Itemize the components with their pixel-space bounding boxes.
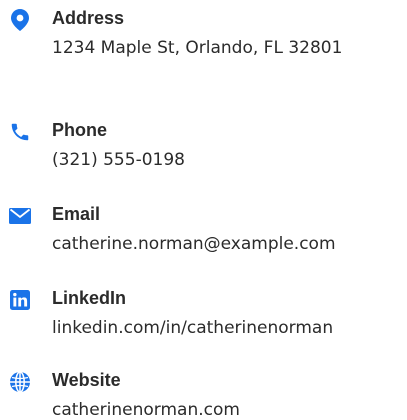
contact-label: Website [52, 370, 121, 390]
phone-icon [8, 120, 32, 144]
linkedin-link[interactable]: linkedin.com/in/catherinenorman [52, 314, 397, 342]
contact-label: Email [52, 204, 101, 224]
contact-item-phone: Phone (321) 555-0198 [0, 112, 407, 182]
contact-item-email: Email catherine.norman@example.com [0, 196, 407, 266]
contact-label: LinkedIn [52, 288, 127, 308]
map-marker-icon [8, 8, 32, 32]
envelope-icon [8, 204, 32, 228]
linkedin-icon [8, 288, 32, 312]
address-value: 1234 Maple St, Orlando, FL 32801 [52, 38, 343, 58]
globe-icon [8, 370, 32, 394]
contact-item-website: Website catherinenorman.com [0, 362, 407, 420]
website-link[interactable]: catherinenorman.com [52, 396, 397, 420]
contact-item-address: Address 1234 Maple St, Orlando, FL 32801 [0, 0, 407, 100]
contact-item-linkedin: LinkedIn linkedin.com/in/catherinenorman [0, 280, 407, 350]
contact-list: Address 1234 Maple St, Orlando, FL 32801… [0, 0, 407, 420]
email-link[interactable]: catherine.norman@example.com [52, 230, 397, 258]
contact-label: Address [52, 8, 125, 28]
phone-value[interactable]: (321) 555-0198 [52, 146, 397, 174]
contact-label: Phone [52, 120, 108, 140]
